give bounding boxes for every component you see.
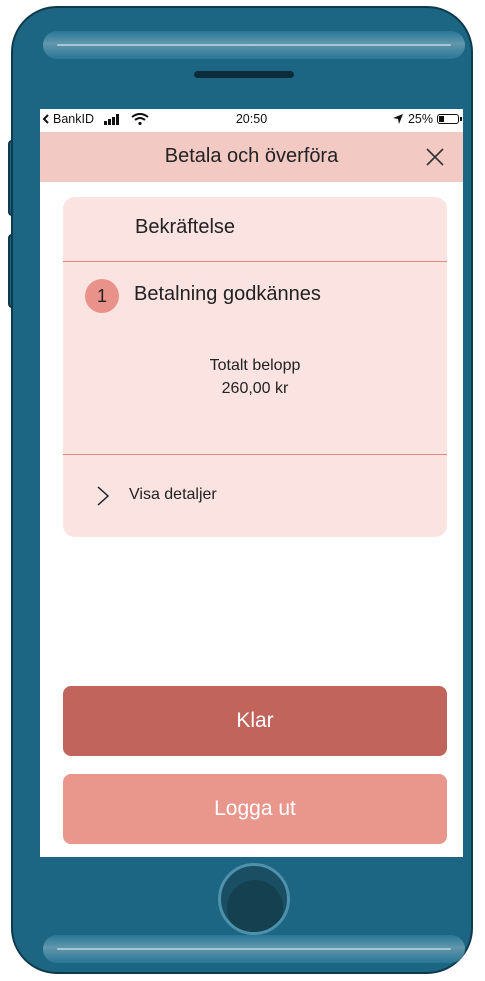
phone-bottom-band-highlight xyxy=(57,948,451,950)
app-screen: BankID 20:50 25% Betala och överföra Bek… xyxy=(40,109,463,857)
home-button-inner xyxy=(227,880,283,932)
phone-top-band-highlight xyxy=(57,44,451,46)
done-button[interactable]: Klar xyxy=(63,686,447,756)
location-arrow-icon xyxy=(392,114,403,124)
status-battery-percent: 25% xyxy=(407,112,433,126)
chevron-right-icon xyxy=(97,486,110,506)
step-number-badge: 1 xyxy=(85,279,119,313)
status-bar: BankID 20:50 25% xyxy=(40,109,463,130)
total-amount-label: Totalt belopp xyxy=(209,357,301,374)
card-divider-top xyxy=(63,261,447,262)
status-right: 25% xyxy=(392,112,462,126)
confirmation-title: Bekräftelse xyxy=(135,216,236,238)
step-label: Betalning godkännes xyxy=(134,283,321,305)
total-amount-value: 260,00 kr xyxy=(221,380,289,397)
show-details-row[interactable]: Visa detaljer xyxy=(63,462,447,524)
close-icon[interactable] xyxy=(423,145,447,169)
page-title: Betala och överföra xyxy=(164,145,339,167)
app-header: Betala och överföra xyxy=(40,132,463,182)
confirmation-card: Bekräftelse 1 Betalning godkännes Totalt… xyxy=(63,197,447,537)
home-button[interactable] xyxy=(218,863,290,935)
card-divider-bottom xyxy=(63,454,447,455)
battery-icon xyxy=(437,114,462,124)
phone-speaker xyxy=(194,71,294,78)
logout-button[interactable]: Logga ut xyxy=(63,774,447,844)
show-details-label: Visa detaljer xyxy=(129,486,217,503)
